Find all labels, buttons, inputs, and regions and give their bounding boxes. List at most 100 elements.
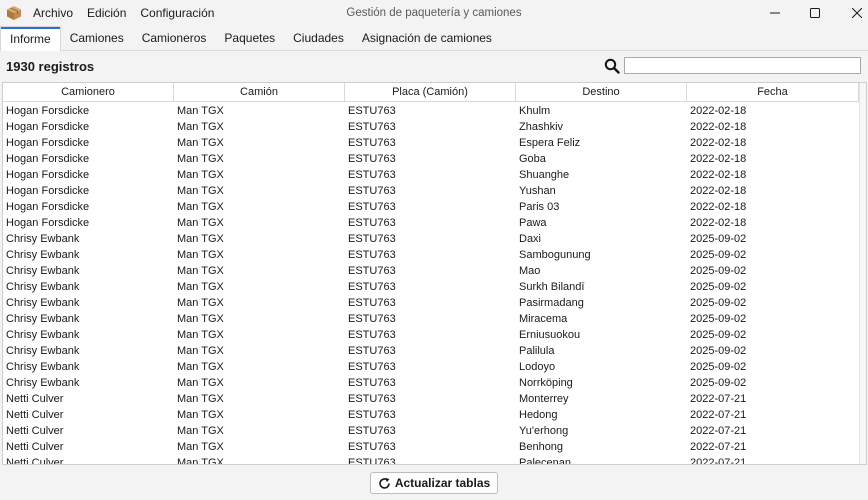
table-row[interactable]: Hogan Forsdicke Man TGX ESTU763 Pawa 2022-02… bbox=[3, 215, 859, 231]
table-cell: Netti Culver bbox=[6, 409, 64, 421]
column-header-fecha[interactable]: Fecha bbox=[687, 83, 859, 102]
vertical-scrollbar[interactable] bbox=[859, 83, 866, 464]
table-cell: Paris 03 bbox=[519, 201, 560, 213]
table-row[interactable]: Chrisy Ewbank Man TGX ESTU763 Norrköping 202… bbox=[3, 375, 859, 391]
table-row[interactable]: Hogan Forsdicke Man TGX ESTU763 Zhashkiv 202… bbox=[3, 119, 859, 135]
table-cell: Pasirmadang bbox=[519, 297, 584, 309]
close-button[interactable] bbox=[834, 0, 868, 26]
table-cell: 2025-09-02 bbox=[690, 361, 747, 373]
maximize-icon bbox=[810, 8, 820, 18]
table-cell: ESTU763 bbox=[348, 361, 396, 373]
tab-asignacion-camiones[interactable]: Asignación de camiones bbox=[353, 26, 501, 50]
table-cell: Erniusuokou bbox=[519, 329, 581, 341]
table-row[interactable]: Netti Culver Man TGX ESTU763 Benhong 2022-07… bbox=[3, 439, 859, 455]
table-cell: Daxi bbox=[519, 233, 542, 245]
table-row[interactable]: Chrisy Ewbank Man TGX ESTU763 Surkh Bilandī… bbox=[3, 279, 859, 295]
tab-bar: Informe Camiones Camioneros Paquetes Ciu… bbox=[0, 26, 868, 51]
table-row[interactable]: Hogan Forsdicke Man TGX ESTU763 Paris 03 202… bbox=[3, 199, 859, 215]
refresh-tables-button[interactable]: Actualizar tablas bbox=[370, 472, 498, 494]
table-row[interactable]: Hogan Forsdicke Man TGX ESTU763 Khulm 2022-0… bbox=[3, 103, 859, 119]
table-cell: 2022-07-21 bbox=[690, 457, 747, 465]
table-cell: Man TGX bbox=[177, 393, 224, 405]
table-cell: Chrisy Ewbank bbox=[6, 233, 80, 245]
table-row[interactable]: Chrisy Ewbank Man TGX ESTU763 Miracema 2025-… bbox=[3, 311, 859, 327]
table-row[interactable]: Chrisy Ewbank Man TGX ESTU763 Lodoyo 2025-09… bbox=[3, 359, 859, 375]
table-cell: Goba bbox=[519, 153, 546, 165]
package-box-icon bbox=[7, 6, 21, 20]
tab-camioneros[interactable]: Camioneros bbox=[133, 26, 216, 50]
table-cell: ESTU763 bbox=[348, 201, 396, 213]
record-count: 1930 registros bbox=[6, 59, 95, 74]
table-row[interactable]: Hogan Forsdicke Man TGX ESTU763 Yushan 2022-… bbox=[3, 183, 859, 199]
table-cell: Man TGX bbox=[177, 457, 224, 465]
table-cell: Man TGX bbox=[177, 425, 224, 437]
table-cell: Man TGX bbox=[177, 153, 224, 165]
table-cell: Hogan Forsdicke bbox=[6, 185, 90, 197]
table-row[interactable]: Hogan Forsdicke Man TGX ESTU763 Goba 2022-02… bbox=[3, 151, 859, 167]
table-cell: ESTU763 bbox=[348, 137, 396, 149]
table-row[interactable]: Chrisy Ewbank Man TGX ESTU763 Pasirmadang 20… bbox=[3, 295, 859, 311]
table-cell: Man TGX bbox=[177, 329, 224, 341]
table-row[interactable]: Netti Culver Man TGX ESTU763 Palecenan 2022-… bbox=[3, 455, 859, 465]
report-table: Camionero Camión Placa (Camión) Destino … bbox=[2, 82, 867, 465]
table-cell: Chrisy Ewbank bbox=[6, 377, 80, 389]
table-cell: Hogan Forsdicke bbox=[6, 201, 90, 213]
column-header-camion[interactable]: Camión bbox=[174, 83, 345, 102]
tab-ciudades[interactable]: Ciudades bbox=[284, 26, 353, 50]
table-cell: 2025-09-02 bbox=[690, 265, 747, 277]
table-cell: 2022-02-18 bbox=[690, 137, 747, 149]
column-header-placa[interactable]: Placa (Camión) bbox=[345, 83, 516, 102]
table-cell: 2022-02-18 bbox=[690, 153, 747, 165]
table-row[interactable]: Chrisy Ewbank Man TGX ESTU763 Daxi 2025-09-0… bbox=[3, 231, 859, 247]
tab-paquetes[interactable]: Paquetes bbox=[215, 26, 284, 50]
table-cell: Man TGX bbox=[177, 345, 224, 357]
table-cell: Man TGX bbox=[177, 265, 224, 277]
table-cell: Shuanghe bbox=[519, 169, 570, 181]
menu-edicion[interactable]: Edición bbox=[80, 0, 133, 26]
table-cell: 2025-09-02 bbox=[690, 329, 747, 341]
table-cell: Espera Feliz bbox=[519, 137, 581, 149]
table-cell: Monterrey bbox=[519, 393, 569, 405]
table-cell: 2022-02-18 bbox=[690, 121, 747, 133]
table-cell: Man TGX bbox=[177, 377, 224, 389]
table-row[interactable]: Chrisy Ewbank Man TGX ESTU763 Mao 2025-09-02 bbox=[3, 263, 859, 279]
column-header-destino[interactable]: Destino bbox=[516, 83, 687, 102]
table-cell: Man TGX bbox=[177, 249, 224, 261]
table-cell: Pawa bbox=[519, 217, 547, 229]
search-input[interactable] bbox=[624, 57, 861, 74]
table-cell: Man TGX bbox=[177, 409, 224, 421]
close-icon bbox=[852, 8, 862, 18]
tab-informe[interactable]: Informe bbox=[0, 26, 61, 51]
table-cell: 2022-07-21 bbox=[690, 409, 747, 421]
table-row[interactable]: Chrisy Ewbank Man TGX ESTU763 Sambogunung 20… bbox=[3, 247, 859, 263]
search-icon[interactable] bbox=[604, 58, 620, 74]
table-cell: 2025-09-02 bbox=[690, 249, 747, 261]
table-cell: ESTU763 bbox=[348, 409, 396, 421]
table-cell: Hogan Forsdicke bbox=[6, 137, 90, 149]
tab-camiones[interactable]: Camiones bbox=[61, 26, 133, 50]
table-cell: Chrisy Ewbank bbox=[6, 361, 80, 373]
minimize-icon bbox=[770, 12, 780, 14]
table-cell: ESTU763 bbox=[348, 393, 396, 405]
table-row[interactable]: Hogan Forsdicke Man TGX ESTU763 Shuanghe 202… bbox=[3, 167, 859, 183]
table-cell: ESTU763 bbox=[348, 313, 396, 325]
table-cell: Man TGX bbox=[177, 441, 224, 453]
table-row[interactable]: Netti Culver Man TGX ESTU763 Yu'erhong 2022-… bbox=[3, 423, 859, 439]
table-row[interactable]: Chrisy Ewbank Man TGX ESTU763 Palilula 2025-… bbox=[3, 343, 859, 359]
maximize-button[interactable] bbox=[792, 0, 838, 26]
menu-configuracion[interactable]: Configuración bbox=[133, 0, 221, 26]
table-cell: Sambogunung bbox=[519, 249, 591, 261]
menu-archivo[interactable]: Archivo bbox=[26, 0, 80, 26]
table-row[interactable]: Netti Culver Man TGX ESTU763 Hedong 2022-07-… bbox=[3, 407, 859, 423]
table-row[interactable]: Chrisy Ewbank Man TGX ESTU763 Erniusuokou 20… bbox=[3, 327, 859, 343]
table-row[interactable]: Hogan Forsdicke Man TGX ESTU763 Espera Feli… bbox=[3, 135, 859, 151]
table-cell: ESTU763 bbox=[348, 105, 396, 117]
table-cell: Netti Culver bbox=[6, 393, 64, 405]
table-cell: 2022-07-21 bbox=[690, 425, 747, 437]
table-cell: ESTU763 bbox=[348, 441, 396, 453]
table-row[interactable]: Netti Culver Man TGX ESTU763 Monterrey 2022-… bbox=[3, 391, 859, 407]
refresh-icon bbox=[379, 477, 390, 489]
column-header-camionero[interactable]: Camionero bbox=[3, 83, 174, 102]
table-cell: Benhong bbox=[519, 441, 564, 453]
table-cell: Man TGX bbox=[177, 233, 224, 245]
